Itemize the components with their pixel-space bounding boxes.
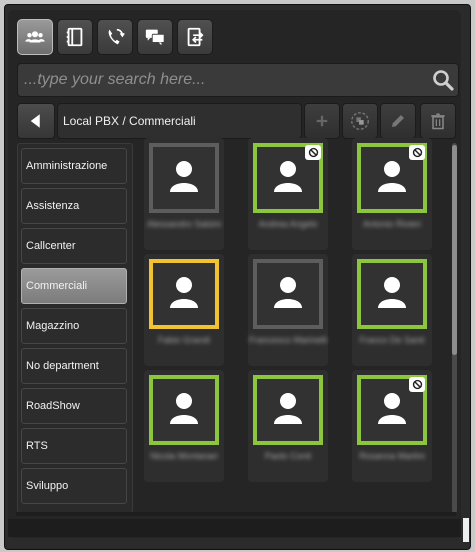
person-icon (372, 388, 412, 433)
person-icon (268, 156, 308, 201)
horizontal-scrollbar[interactable] (16, 512, 456, 516)
do-not-disturb-icon (409, 377, 425, 392)
transfer-tab-button[interactable] (97, 19, 133, 55)
contact-name: Andrea Angelo (258, 219, 318, 229)
search-box (17, 63, 459, 97)
scrollbar-thumb[interactable] (452, 145, 457, 355)
switch-device-button[interactable] (177, 19, 213, 55)
contact-card[interactable]: Antonio Rivieri (352, 138, 432, 250)
contact-card[interactable]: Franco De Santi (352, 254, 432, 366)
chat-icon (145, 29, 165, 46)
department-item-no-department[interactable]: No department (21, 348, 127, 384)
phonebook-tab-button[interactable] (57, 19, 93, 55)
department-list: Amministrazione Assistenza Callcenter Co… (17, 143, 133, 513)
edit-button[interactable] (380, 103, 416, 139)
contact-card[interactable]: Andrea Angelo (248, 138, 328, 250)
delete-icon (431, 113, 445, 130)
department-item-assistenza[interactable]: Assistenza (21, 188, 127, 224)
person-icon (372, 272, 412, 317)
contacts-group-icon (25, 31, 45, 43)
contact-card[interactable]: Rosanna Martini (352, 370, 432, 482)
do-not-disturb-icon (409, 145, 425, 160)
do-not-disturb-icon (305, 145, 321, 160)
status-bar (8, 519, 461, 537)
back-arrow-icon (30, 114, 40, 128)
department-item-magazzino[interactable]: Magazzino (21, 308, 127, 344)
add-icon (316, 115, 328, 127)
department-label: Amministrazione (26, 160, 108, 172)
contacts-panel: Local PBX / Commerciali Amministrazione … (8, 10, 461, 538)
department-item-rts[interactable]: RTS (21, 428, 127, 464)
contact-card[interactable]: Fabio Grandi (144, 254, 224, 366)
person-icon (164, 272, 204, 317)
avatar (149, 259, 219, 329)
contact-name: Antonio Rivieri (362, 219, 422, 229)
department-label: Commerciali (26, 280, 88, 292)
department-item-roadshow[interactable]: RoadShow (21, 388, 127, 424)
department-item-amministrazione[interactable]: Amministrazione (21, 148, 127, 184)
person-icon (268, 388, 308, 433)
department-label: No department (26, 360, 99, 372)
department-item-callcenter[interactable]: Callcenter (21, 228, 127, 264)
contacts-tab-button[interactable] (17, 19, 53, 55)
edit-icon (392, 115, 404, 127)
vertical-scrollbar[interactable] (452, 143, 457, 513)
department-item-sviluppo[interactable]: Sviluppo (21, 468, 127, 504)
search-icon[interactable] (428, 65, 458, 95)
contact-name: Paolo Conti (264, 451, 312, 461)
call-transfer-icon (108, 28, 125, 45)
department-label: Sviluppo (26, 480, 69, 492)
avatar (357, 259, 427, 329)
search-input[interactable] (18, 70, 428, 90)
contact-card[interactable]: Francesco Marinelli (248, 254, 328, 366)
contact-card[interactable]: Paolo Conti (248, 370, 328, 482)
address-book-icon (66, 27, 83, 47)
window-scroll-thumb[interactable] (463, 518, 469, 542)
contact-card[interactable]: Nicola Montanari (144, 370, 224, 482)
breadcrumb: Local PBX / Commerciali (57, 103, 302, 139)
group-icon (351, 112, 369, 130)
contact-name: Franco De Santi (359, 335, 425, 345)
department-label: Assistenza (26, 200, 80, 212)
contact-name: Francesco Marinelli (248, 335, 328, 345)
avatar (253, 259, 323, 329)
contact-card[interactable]: Alessandro Salsini (144, 138, 224, 250)
delete-button[interactable] (420, 103, 456, 139)
avatar (149, 143, 219, 213)
department-label: RoadShow (26, 400, 80, 412)
contact-name: Nicola Montanari (150, 451, 218, 461)
department-label: Callcenter (26, 240, 76, 252)
toolbar (17, 19, 213, 57)
person-icon (164, 388, 204, 433)
contact-name: Alessandro Salsini (146, 219, 222, 229)
department-item-commerciali[interactable]: Commerciali (21, 268, 127, 304)
department-label: Magazzino (26, 320, 80, 332)
switch-device-icon (187, 27, 204, 47)
person-icon (372, 156, 412, 201)
person-icon (268, 272, 308, 317)
department-label: RTS (26, 440, 48, 452)
contact-name: Fabio Grandi (157, 335, 211, 345)
chat-tab-button[interactable] (137, 19, 173, 55)
group-button[interactable] (342, 103, 378, 139)
contact-name: Rosanna Martini (359, 451, 425, 461)
back-button[interactable] (17, 103, 55, 139)
avatar (253, 375, 323, 445)
add-contact-button[interactable] (304, 103, 340, 139)
avatar (149, 375, 219, 445)
person-icon (164, 156, 204, 201)
